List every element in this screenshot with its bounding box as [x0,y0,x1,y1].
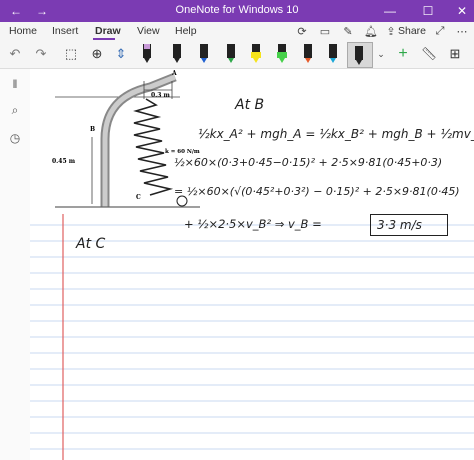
tab-home[interactable]: Home [9,25,37,37]
equation-line-3: = ½×60×(√(0·45²+0·3²) − 0·15)² + 2·5×9·8… [174,185,460,198]
heading-at-b: At B [235,97,265,113]
equation-line-4: + ½×2·5×v_B² ⇒ v_B = [184,217,322,231]
minimize-icon[interactable]: — [378,0,402,22]
tab-help[interactable]: Help [175,25,197,37]
pen-multicolor-icon[interactable] [302,42,314,64]
window-title: OneNote for Windows 10 [175,4,299,16]
note-page[interactable]: 0.3 m A B C 0.45 m k = 60 N/m At B ½kx_A… [30,69,474,460]
pen-black-icon[interactable] [171,42,183,64]
add-pen-icon[interactable]: + [394,45,412,63]
energy-equation: ½kx_A² + mgh_A = ½kx_B² + mgh_B + ½mv_B² [198,127,474,141]
tab-draw[interactable]: Draw [95,25,121,37]
pen-green-icon[interactable] [225,42,237,64]
maximize-icon[interactable]: ☐ [416,0,440,22]
label-b: B [90,126,95,133]
equation-line-2: ½×60×(0·3+0·45−0·15)² + 2·5×9·81(0·45+0·… [174,156,443,169]
ruler-icon[interactable]: 📏︎ [420,45,438,63]
label-c: C [136,194,141,201]
tab-insert[interactable]: Insert [52,25,78,37]
ribbon-tabs: Home Insert Draw View Help ⟳ ▭ ✎ 🔔︎ ⇪ Sh… [0,22,474,40]
more-icon[interactable]: ⋯ [455,24,469,38]
pen-tool-icon[interactable] [141,42,153,64]
sync-icon[interactable]: ⟳ [295,24,309,38]
expand-icon[interactable]: ⤢ [433,24,447,38]
label-a: A [171,70,177,77]
highlighter-green-icon[interactable] [276,42,288,64]
share-button[interactable]: Share [398,25,426,37]
share-icon[interactable]: ⇪ [384,24,398,38]
selected-pen-highlight[interactable] [347,42,373,68]
title-bar: ← → OneNote for Windows 10 — ☐ ✕ [0,0,474,22]
tab-view[interactable]: View [137,25,160,37]
close-icon[interactable]: ✕ [450,0,474,22]
notebooks-icon[interactable]: ‖ [8,77,22,91]
recent-notes-icon[interactable]: ◷ [8,131,22,145]
pen-blue-icon[interactable] [198,42,210,64]
left-navigation-rail: ‖ ⌕ ◷ [0,69,30,460]
ink-to-shape-icon[interactable]: ⊞ [446,45,464,63]
dim-side-label: 0.45 m [52,158,76,165]
redo-icon[interactable]: ↷ [32,45,50,63]
ink-icon[interactable]: ✎ [341,24,355,38]
sticky-notes-icon[interactable]: ▭ [318,24,332,38]
notifications-icon[interactable]: 🔔︎ [364,24,378,38]
highlighter-yellow-icon[interactable] [250,42,262,64]
pen-cyan-icon[interactable] [327,42,339,64]
heading-at-c: At C [76,236,106,252]
dim-top-label: 0.3 m [151,92,171,99]
lasso-select-icon[interactable]: ⬚ [62,45,80,63]
insert-space-icon[interactable]: ⊕ [88,45,106,63]
eraser-icon[interactable]: ⇕ [112,45,130,63]
chevron-down-icon[interactable]: ⌄ [372,45,390,63]
answer-box: 3·3 m/s [370,214,448,236]
pen-selected-icon [355,46,363,65]
undo-icon[interactable]: ↶ [6,45,24,63]
search-icon[interactable]: ⌕ [8,103,22,117]
spring-label: k = 60 N/m [165,149,200,155]
draw-toolbar: ↶ ↷ ⬚ ⊕ ⇕ ⌄ + 📏︎ ⊞ [0,40,474,69]
